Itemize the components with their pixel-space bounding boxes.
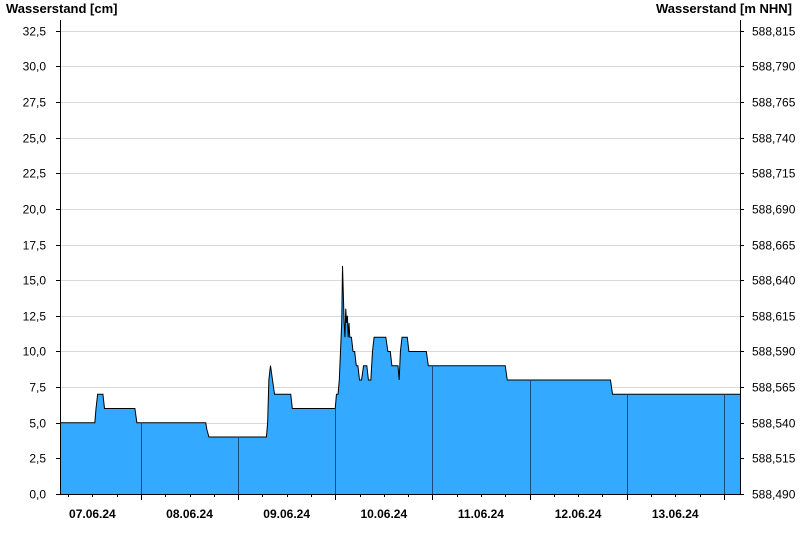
left-tick-label: 5,0 — [29, 417, 46, 431]
water-level-chart: 0,0 2,5 5,0 7,5 10,0 12,5 15,0 17,5 20,0 22,5 25,0… — [23, 20, 796, 521]
left-tick-label: 0,0 — [29, 488, 46, 502]
x-tick-labels: 07.06.24 08.06.24 09.06.24 10.06.24 11.06.24… — [69, 507, 699, 521]
right-tick-label: 588,515 — [752, 452, 796, 466]
left-tick-label: 25,0 — [23, 132, 47, 146]
right-tick-label: 588,665 — [752, 239, 796, 253]
left-tick-label: 2,5 — [29, 452, 46, 466]
x-tick-label: 11.06.24 — [458, 507, 504, 521]
right-tick-label: 588,540 — [752, 417, 796, 431]
plot-area — [60, 265, 740, 494]
left-tick-label: 15,0 — [23, 274, 47, 288]
x-tick-label: 09.06.24 — [263, 507, 310, 521]
left-tick-label: 27,5 — [23, 96, 47, 110]
x-tick-label: 08.06.24 — [166, 507, 213, 521]
left-tick-label: 12,5 — [23, 310, 47, 324]
water-level-area — [60, 265, 740, 494]
right-tick-label: 588,565 — [752, 381, 796, 395]
right-tick-label: 588,715 — [752, 167, 796, 181]
right-tick-label: 588,740 — [752, 132, 796, 146]
left-tick-label: 20,0 — [23, 203, 47, 217]
left-tick-label: 17,5 — [23, 239, 47, 253]
x-tick-label: 10.06.24 — [360, 507, 407, 521]
right-tick-label: 588,490 — [752, 488, 796, 502]
right-tick-label: 588,690 — [752, 203, 796, 217]
right-tick-label: 588,765 — [752, 96, 796, 110]
x-tick-label: 07.06.24 — [69, 507, 116, 521]
right-tick-label: 588,790 — [752, 60, 796, 74]
right-tick-label: 588,615 — [752, 310, 796, 324]
left-tick-label: 22,5 — [23, 167, 47, 181]
left-tick-labels: 0,0 2,5 5,0 7,5 10,0 12,5 15,0 17,5 20,0 22,5 25,0… — [23, 25, 47, 502]
left-tick-label: 7,5 — [29, 381, 46, 395]
right-tick-label: 588,815 — [752, 25, 796, 39]
x-tick-label: 13.06.24 — [652, 507, 699, 521]
left-tick-label: 10,0 — [23, 345, 47, 359]
right-tick-labels: 588,490 588,515 588,540 588,565 588,590 588,6… — [752, 25, 796, 502]
left-tick-label: 32,5 — [23, 25, 47, 39]
x-tick-label: 12.06.24 — [555, 507, 602, 521]
right-tick-label: 588,590 — [752, 345, 796, 359]
right-tick-label: 588,640 — [752, 274, 796, 288]
left-tick-label: 30,0 — [23, 60, 47, 74]
